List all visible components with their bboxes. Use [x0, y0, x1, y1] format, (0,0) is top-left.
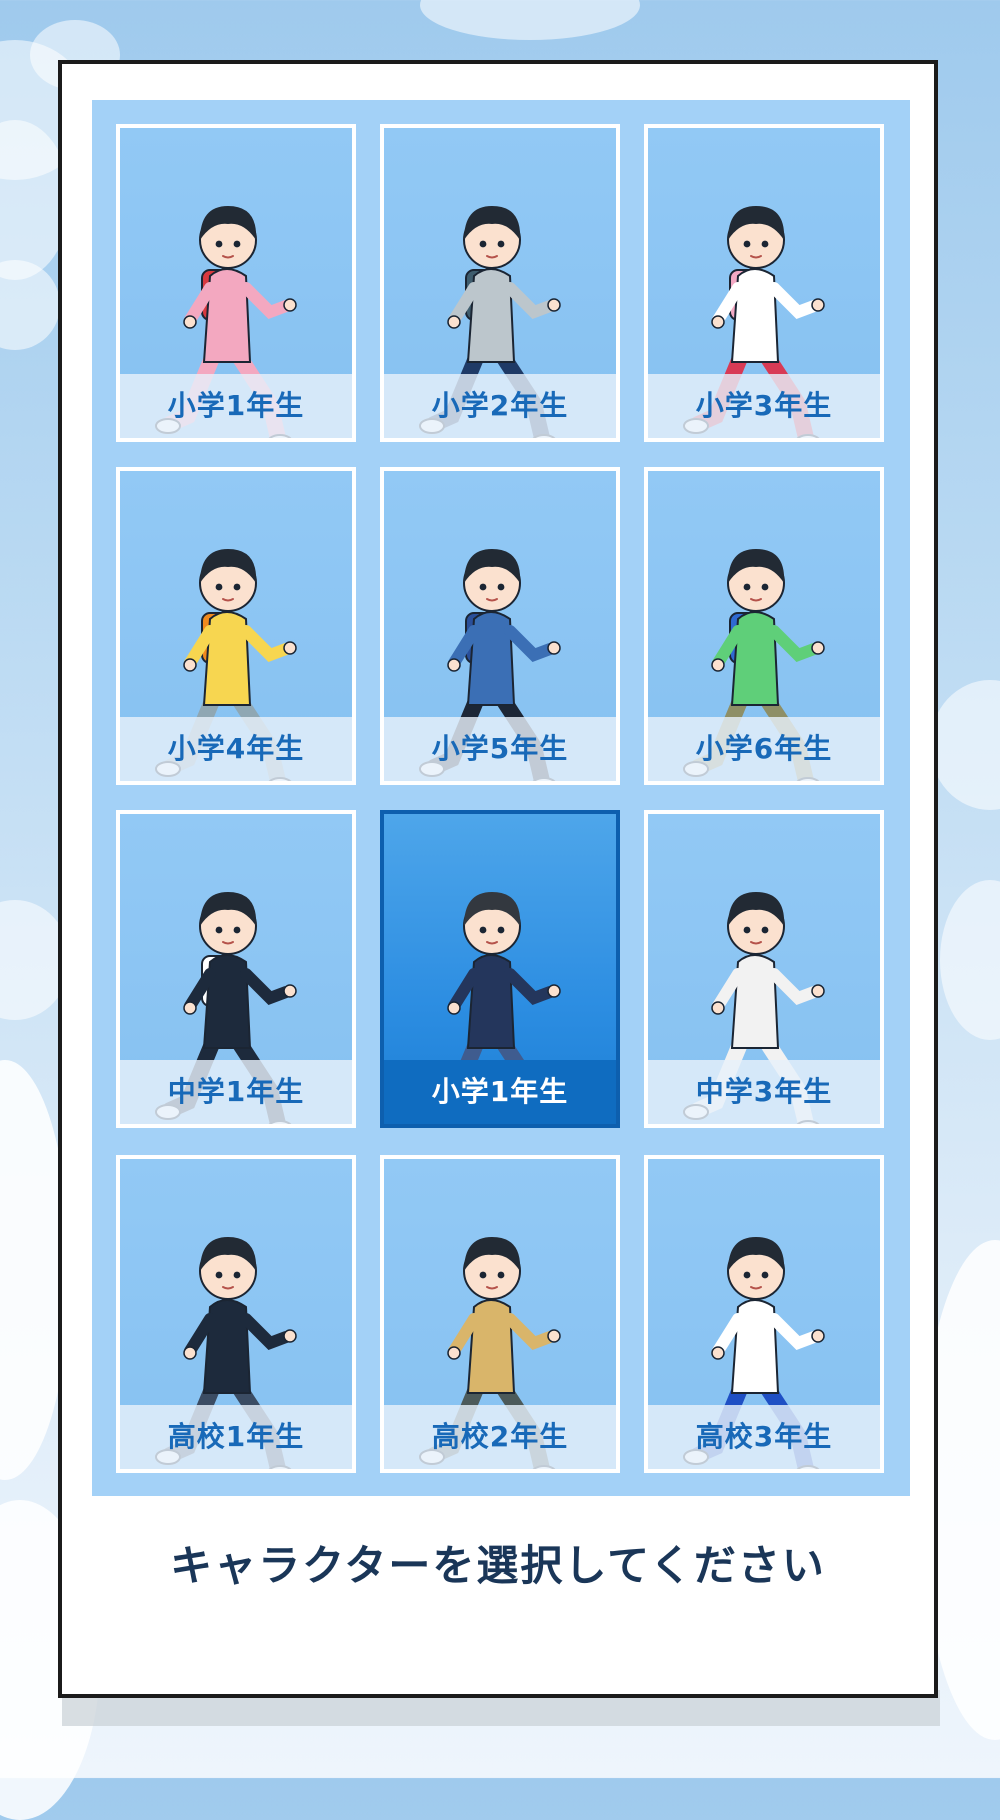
character-card[interactable]: 高校2年生 — [380, 1155, 620, 1473]
character-grade-label: 高校3年生 — [648, 1405, 880, 1469]
character-grade-label: 小学5年生 — [384, 717, 616, 781]
character-grade-label: 中学3年生 — [648, 1060, 880, 1124]
character-grade-label: 小学1年生 — [120, 374, 352, 438]
character-grade-label: 中学1年生 — [120, 1060, 352, 1124]
character-card[interactable]: 小学2年生 — [380, 124, 620, 442]
select-character-prompt: キャラクターを選択してください — [170, 1541, 826, 1590]
character-card[interactable]: 中学1年生 — [116, 810, 356, 1128]
character-grade-label: 小学6年生 — [648, 717, 880, 781]
character-card[interactable]: 小学4年生 — [116, 467, 356, 785]
character-grade-label: 小学2年生 — [384, 374, 616, 438]
character-card[interactable]: 中学3年生 — [644, 810, 884, 1128]
character-grade-label: 小学3年生 — [648, 374, 880, 438]
character-card[interactable]: 小学1年生 — [116, 124, 356, 442]
character-card[interactable]: 小学5年生 — [380, 467, 620, 785]
character-card[interactable]: 高校1年生 — [116, 1155, 356, 1473]
character-grade-label: 小学1年生 — [384, 1060, 616, 1124]
character-card[interactable]: 小学6年生 — [644, 467, 884, 785]
character-grade-label: 高校1年生 — [120, 1405, 352, 1469]
character-grade-label: 高校2年生 — [384, 1405, 616, 1469]
character-card[interactable]: 小学3年生 — [644, 124, 884, 442]
character-select-panel: 小学1年生 小学2年生 小学3年生 小学4年生 小学5年生 小学6年生 中学1年… — [58, 60, 938, 1698]
character-card[interactable]: 小学1年生 — [380, 810, 620, 1128]
character-card[interactable]: 高校3年生 — [644, 1155, 884, 1473]
character-grade-label: 小学4年生 — [120, 717, 352, 781]
character-grid: 小学1年生 小学2年生 小学3年生 小学4年生 小学5年生 小学6年生 中学1年… — [92, 100, 910, 1496]
